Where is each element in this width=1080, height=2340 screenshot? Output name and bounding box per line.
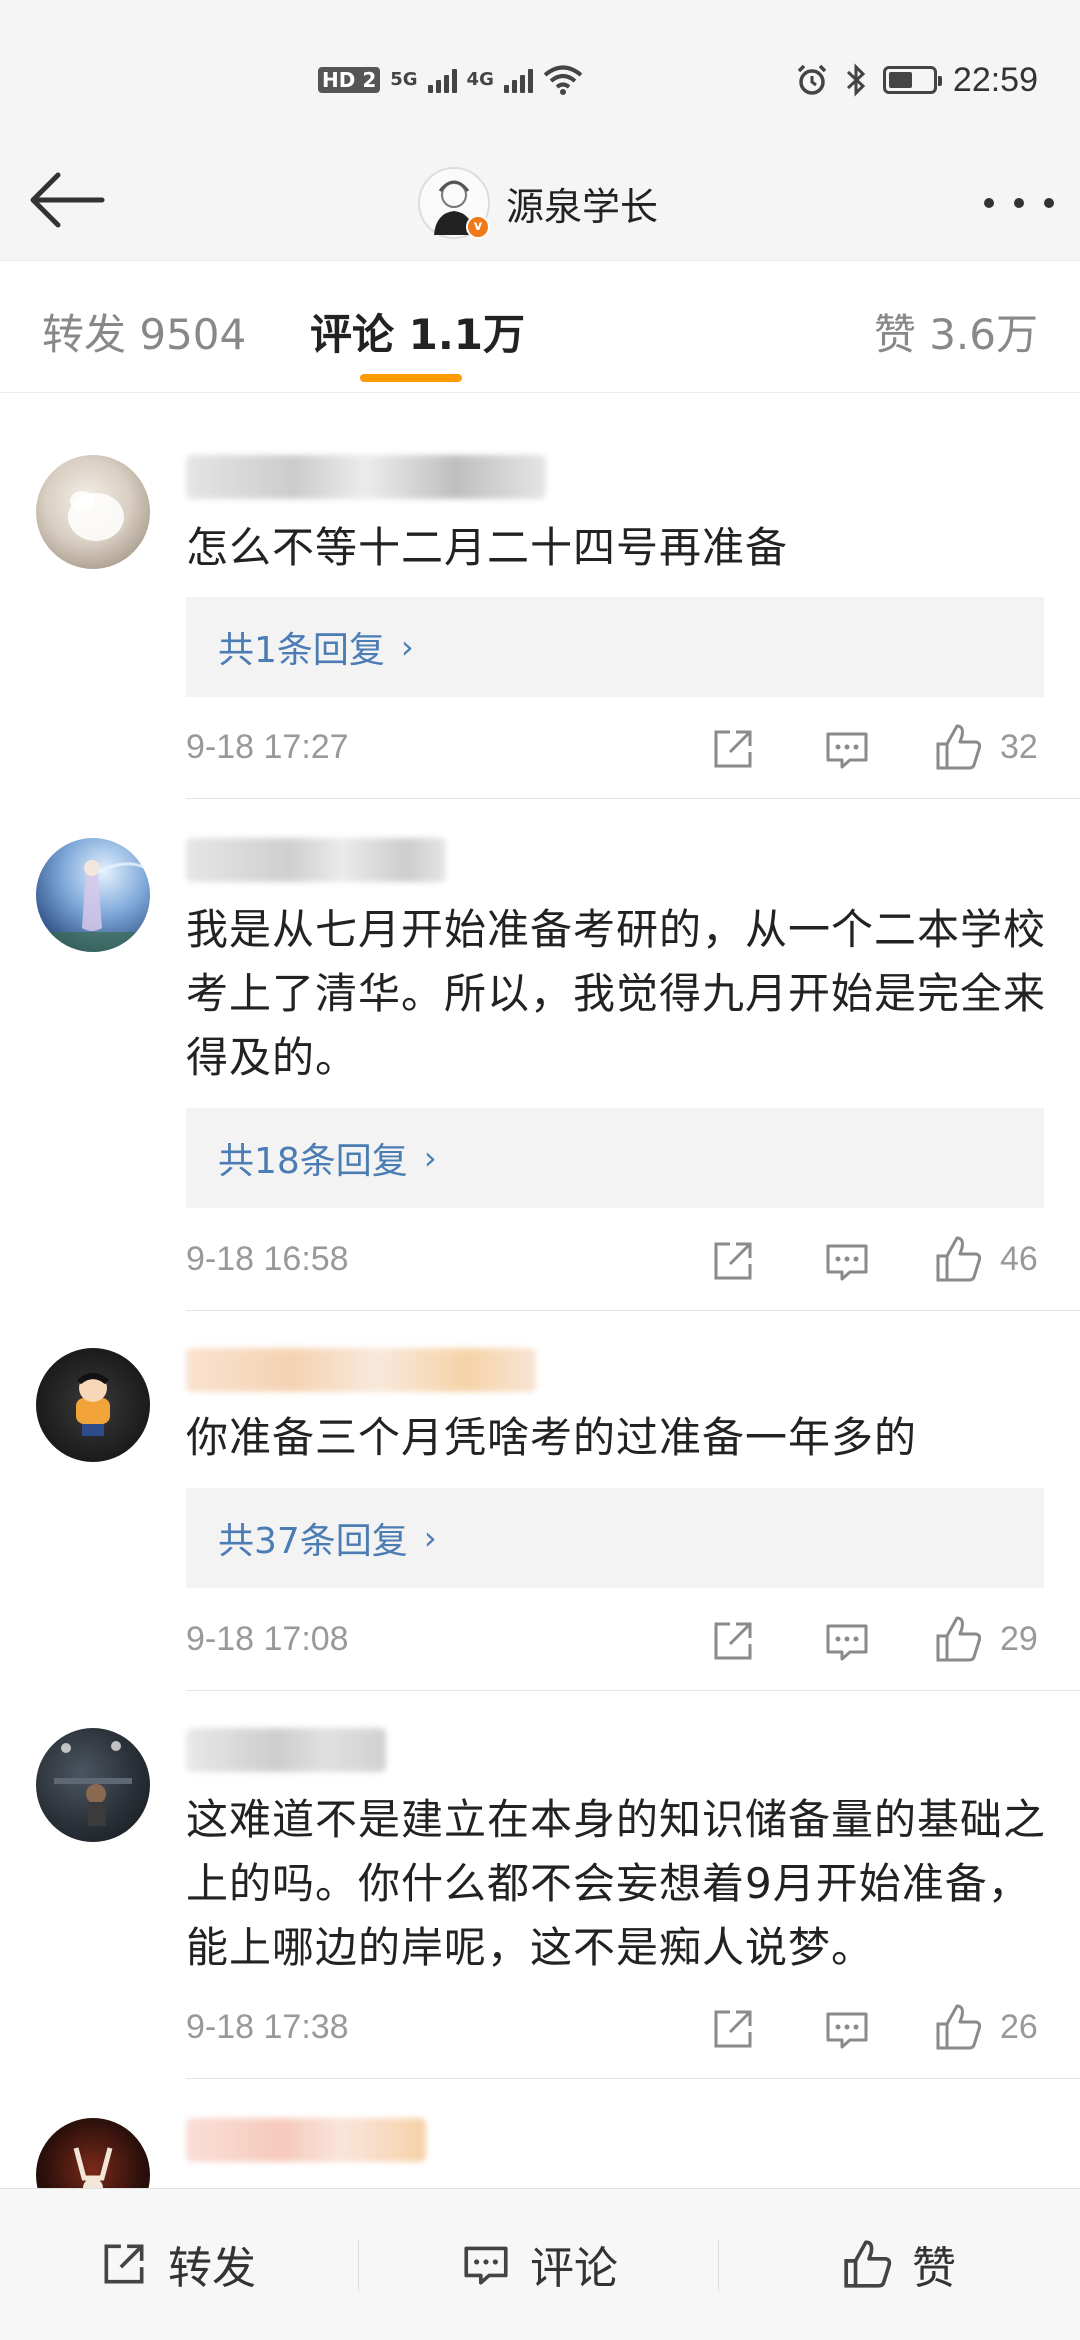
avatar-illustration [76,1373,110,1436]
page-title: 源泉学长 [506,184,659,229]
avatar-illustration [68,491,124,541]
like-count: 26 [1000,2008,1038,2046]
comment-time: 9-18 17:27 [186,728,349,766]
replies-count: 共37条回复 [218,1521,408,1562]
bottom-action-bar: 转发 评论 赞 [0,2188,1080,2340]
tab-bar: 转发 9504 评论 1.1万 赞 3.6万 [0,260,1080,393]
alarm-icon [797,64,827,95]
like-count: 46 [1000,1240,1038,1278]
comment-label: 评论 [530,2243,618,2294]
replies-count: 共1条回复 [218,630,385,671]
comment-icon [464,2246,508,2285]
chevron-right-icon: › [423,1519,437,1557]
thumbs-up-icon[interactable] [934,1234,984,1284]
comment-time: 9-18 17:38 [186,2008,349,2046]
thumbs-up-icon [844,2240,892,2288]
dot-icon [1044,198,1054,208]
tab-likes[interactable]: 赞 3.6万 [874,301,1038,362]
comment-icon[interactable] [822,1616,872,1666]
status-bar: HD 2 5G 4G 22:59 [0,0,1080,145]
status-right: 22:59 [795,58,1038,102]
username-blurred [186,2118,426,2162]
comment-time: 9-18 16:58 [186,1240,349,1278]
commenter-avatar[interactable] [36,455,150,569]
chevron-right-icon: › [423,1139,437,1177]
clock: 22:59 [952,60,1038,99]
repost-icon[interactable] [708,2004,758,2054]
battery-level [888,72,912,88]
signal-icon [503,67,533,93]
tab-comments[interactable]: 评论 1.1万 [310,301,525,362]
replies-link[interactable]: 共1条回复 › [186,597,1044,697]
comment-icon[interactable] [822,1236,872,1286]
username-blurred [186,455,546,499]
network-4g-label: 4G [466,69,494,90]
repost-icon [104,2244,144,2284]
replies-link[interactable]: 共18条回复 › [186,1108,1044,1208]
username-blurred [186,1728,386,1772]
divider [186,2078,1080,2079]
chevron-right-icon: › [400,628,414,666]
like-button[interactable]: 赞 [842,2229,956,2299]
comment-time: 9-18 17:08 [186,1620,349,1658]
divider [186,1310,1080,1311]
divider [358,2239,359,2291]
comment-text: 这难道不是建立在本身的知识储备量的基础之上的吗。你什么都不会妄想着9月开始准备，… [186,1795,1047,1972]
commenter-avatar[interactable] [36,1348,150,1462]
author-info[interactable]: v 源泉学长 [418,163,658,243]
network-indicators: HD 2 5G 4G [318,60,583,100]
more-options-button[interactable] [984,183,1054,223]
top-header: v 源泉学长 [0,145,1080,260]
like-count: 32 [1000,728,1038,766]
divider [186,1690,1080,1691]
username-blurred [186,838,446,882]
repost-button[interactable]: 转发 [98,2229,256,2299]
repost-icon[interactable] [708,724,758,774]
comment-icon[interactable] [822,2004,872,2054]
hd-icon: HD 2 [318,67,381,93]
active-tab-indicator [360,374,462,382]
divider [186,798,1080,799]
like-count: 29 [1000,1620,1038,1658]
tab-reposts[interactable]: 转发 9504 [42,301,246,362]
network-5g-label: 5G [390,69,418,90]
commenter-avatar[interactable] [36,838,150,952]
replies-count: 共18条回复 [218,1141,408,1182]
divider [718,2239,719,2291]
avatar-illustration [54,1741,132,1826]
verified-badge: v [466,215,490,239]
avatar-illustration [36,860,150,952]
bluetooth-icon [846,63,866,97]
repost-icon[interactable] [708,1236,758,1286]
author-avatar[interactable]: v [418,167,490,239]
arrow-left-icon [30,172,105,228]
username-blurred [186,1348,536,1392]
thumbs-up-icon[interactable] [934,722,984,772]
back-button[interactable] [28,165,108,235]
comment-text: 怎么不等十二月二十四号再准备 [186,523,789,572]
dot-icon [984,198,994,208]
like-label: 赞 [912,2243,956,2294]
thumbs-up-icon[interactable] [934,2002,984,2052]
thumbs-up-icon[interactable] [934,1614,984,1664]
dot-icon [1014,198,1024,208]
comment-text: 我是从七月开始准备考研的，从一个二本学校考上了清华。所以，我觉得九月开始是完全来… [186,905,1047,1082]
comment-button[interactable]: 评论 [460,2229,618,2299]
comment-text: 你准备三个月凭啥考的过准备一年多的 [186,1413,918,1462]
wifi-icon [543,65,583,95]
comment-icon[interactable] [822,724,872,774]
repost-label: 转发 [168,2243,256,2294]
commenter-avatar[interactable] [36,1728,150,1842]
signal-icon [427,67,457,93]
repost-icon[interactable] [708,1616,758,1666]
battery-icon [882,66,942,94]
replies-link[interactable]: 共37条回复 › [186,1488,1044,1588]
